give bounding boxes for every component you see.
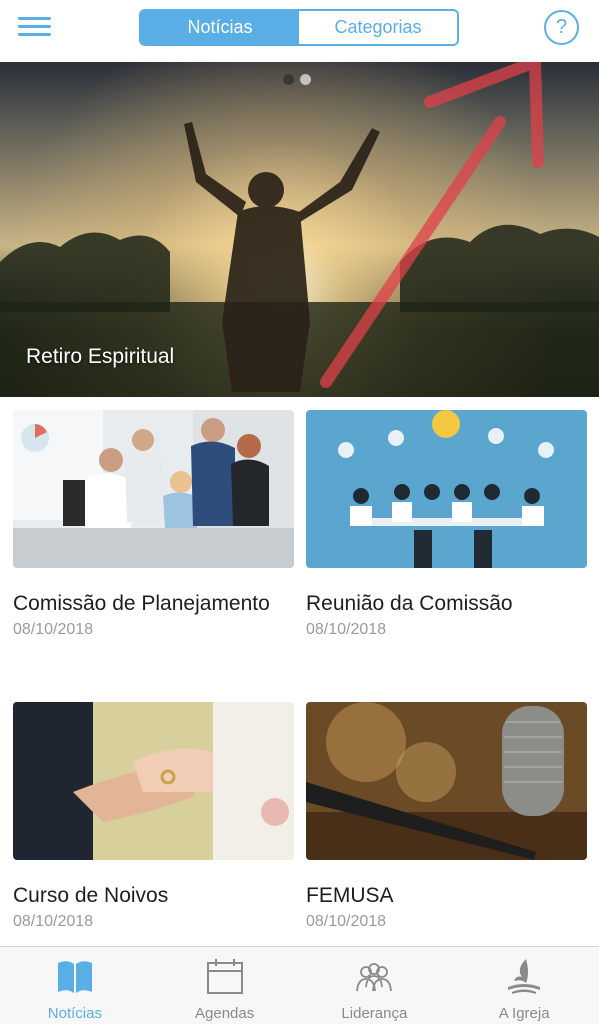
tab-bar-lideranca[interactable]: Liderança bbox=[300, 947, 450, 1024]
question-mark-icon[interactable]: ? bbox=[544, 10, 579, 45]
news-date: 08/10/2018 bbox=[13, 913, 94, 930]
church-logo-icon bbox=[508, 959, 541, 994]
hamburger-menu-icon[interactable] bbox=[18, 15, 52, 39]
news-title: FEMUSA bbox=[306, 884, 394, 907]
news-date: 08/10/2018 bbox=[306, 913, 387, 930]
tab-bar-a-igreja[interactable]: A Igreja bbox=[449, 947, 599, 1024]
top-bar: Notícias Categorias ? bbox=[0, 0, 599, 60]
carousel-dot-active[interactable] bbox=[283, 74, 294, 85]
news-title: Comissão de Planejamento bbox=[13, 592, 270, 615]
news-card[interactable]: Comissão de Planejamento 08/10/2018 bbox=[13, 410, 294, 639]
news-card[interactable]: Curso de Noivos 08/10/2018 bbox=[13, 702, 294, 931]
hero-title: Retiro Espiritual bbox=[26, 345, 175, 368]
calendar-icon bbox=[206, 959, 243, 994]
tab-noticias[interactable]: Notícias bbox=[141, 11, 299, 44]
news-thumbnail bbox=[306, 410, 587, 568]
news-title: Reunião da Comissão bbox=[306, 592, 513, 615]
tab-bar-label: A Igreja bbox=[498, 1005, 550, 1022]
news-card[interactable]: FEMUSA 08/10/2018 bbox=[306, 702, 587, 931]
open-book-icon bbox=[57, 961, 92, 993]
tab-categorias[interactable]: Categorias bbox=[299, 11, 457, 44]
news-thumbnail bbox=[13, 702, 294, 860]
carousel-dot[interactable] bbox=[300, 74, 311, 85]
news-title: Curso de Noivos bbox=[13, 884, 169, 907]
tab-bar-label: Agendas bbox=[195, 1005, 255, 1022]
news-thumbnail bbox=[13, 410, 294, 568]
bottom-tab-bar: Notícias Agendas Liderança A Igreja bbox=[0, 946, 599, 1024]
news-date: 08/10/2018 bbox=[306, 621, 387, 638]
hero-banner[interactable]: Retiro Espiritual bbox=[0, 62, 599, 397]
news-card[interactable]: Reunião da Comissão 08/10/2018 bbox=[306, 410, 587, 639]
news-date: 08/10/2018 bbox=[13, 621, 94, 638]
section-switcher: Notícias Categorias bbox=[139, 9, 459, 46]
tab-bar-noticias[interactable]: Notícias bbox=[0, 947, 150, 1024]
tab-bar-label: Liderança bbox=[341, 1005, 408, 1022]
news-thumbnail bbox=[306, 702, 587, 860]
tab-bar-agendas[interactable]: Agendas bbox=[150, 947, 300, 1024]
people-group-icon bbox=[356, 963, 393, 992]
carousel-indicator[interactable] bbox=[283, 74, 311, 85]
tab-bar-label: Notícias bbox=[47, 1005, 102, 1022]
